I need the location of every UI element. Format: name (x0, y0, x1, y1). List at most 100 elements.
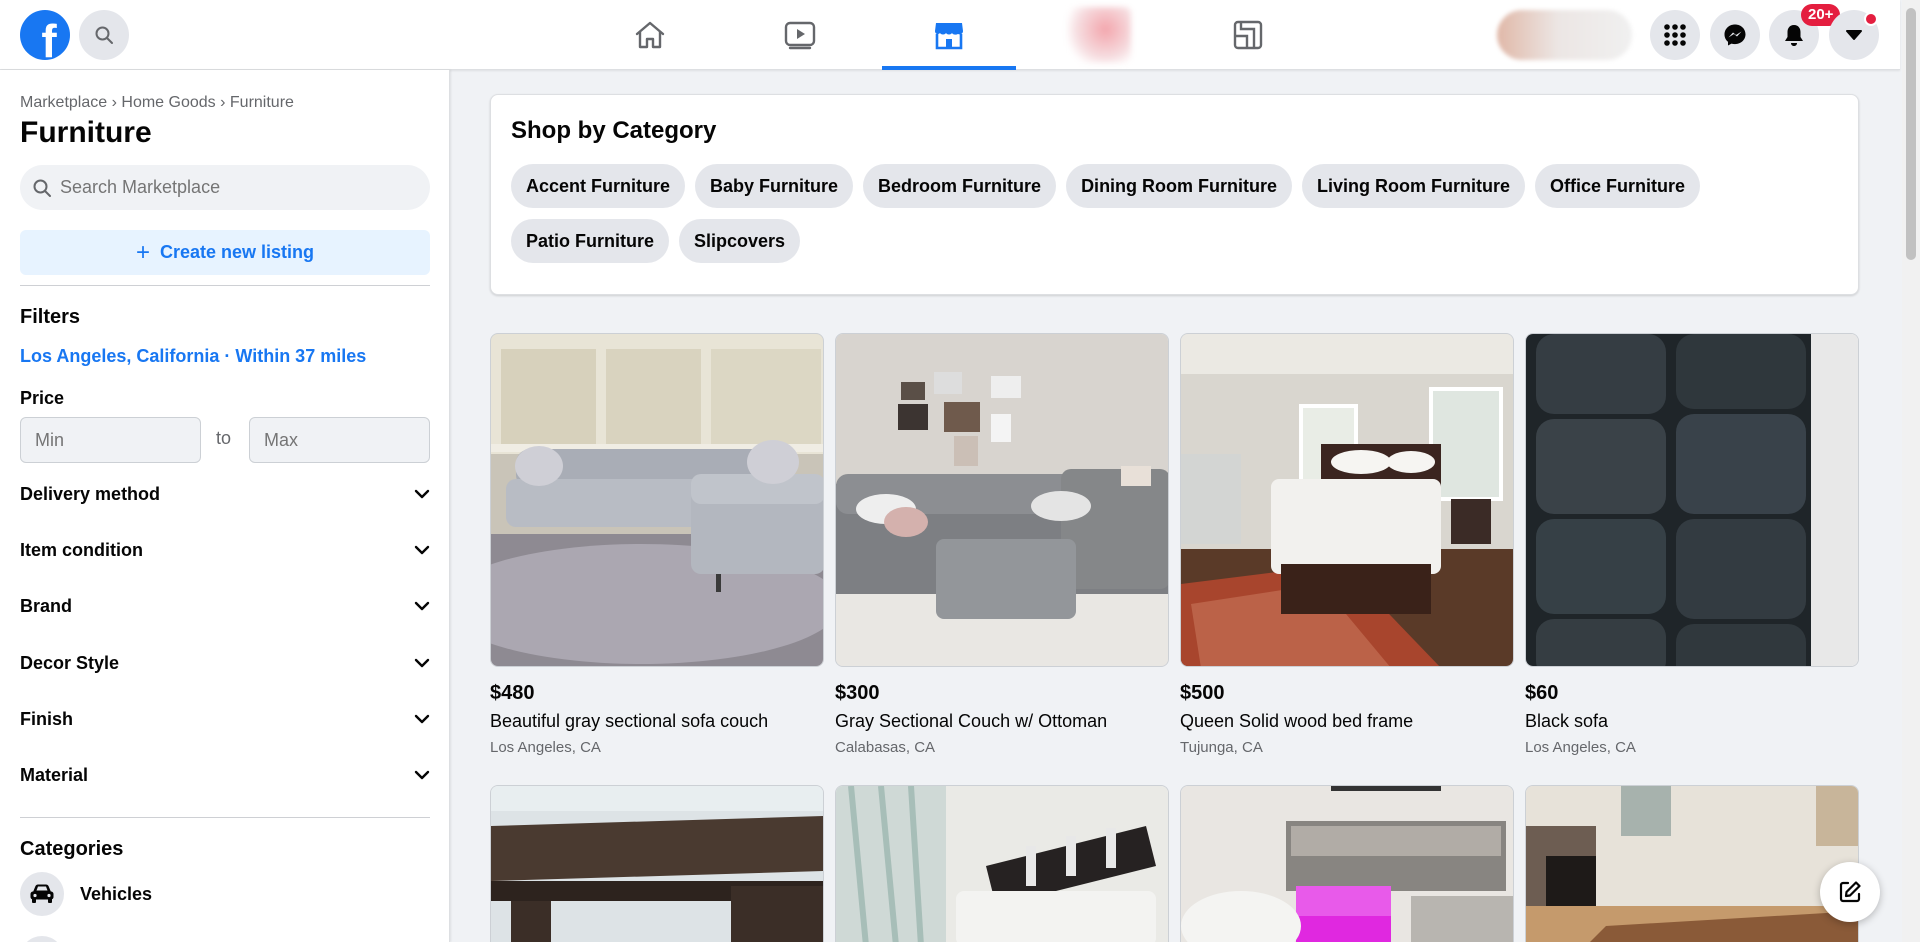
filter-finish[interactable]: Finish (20, 699, 430, 739)
listing-price: $300 (835, 682, 880, 704)
price-min-input[interactable] (35, 429, 185, 451)
grid-menu-icon (1664, 24, 1686, 46)
filter-delivery-method[interactable]: Delivery method (20, 474, 430, 514)
chevron-down-icon (414, 658, 430, 668)
listing-card[interactable]: $60 Black sofa Los Angeles, CA (1525, 333, 1859, 756)
plus-icon: + (135, 238, 150, 266)
marketplace-sidebar: Marketplace › Home Goods › Furniture Fur… (0, 70, 450, 942)
category-chip-list: Accent Furniture Baby Furniture Bedroom … (511, 164, 1841, 263)
category-vehicles[interactable]: Vehicles (20, 871, 430, 917)
location-filter-link[interactable]: Los Angeles, California · Within 37 mile… (20, 346, 366, 367)
breadcrumb-separator: › (111, 94, 117, 111)
price-max-field[interactable] (249, 417, 430, 463)
chevron-down-icon (414, 770, 430, 780)
chevron-down-icon (414, 545, 430, 555)
profile-button-blurred[interactable] (1497, 10, 1632, 60)
page-scrollbar[interactable] (1902, 0, 1920, 942)
listing-card[interactable]: $500 Queen Solid wood bed frame Tujunga,… (1180, 333, 1514, 756)
listing-title: Queen Solid wood bed frame (1180, 711, 1414, 731)
filter-label: Item condition (20, 539, 143, 560)
tab-groups-blurred[interactable] (1032, 0, 1166, 70)
chip-baby-furniture[interactable]: Baby Furniture (695, 164, 854, 208)
listing-photo-desk[interactable] (490, 785, 824, 942)
home-icon (635, 21, 665, 49)
price-max-input[interactable] (264, 429, 414, 451)
listing-photo-sectional-ottoman[interactable] (835, 333, 1169, 667)
messenger-button[interactable] (1710, 10, 1760, 60)
filter-label: Material (20, 764, 89, 785)
chevron-down-icon (414, 601, 430, 611)
shop-by-category-title: Shop by Category (511, 117, 717, 144)
shop-by-category-card: Shop by Category Accent Furniture Baby F… (490, 94, 1859, 295)
listing-title: Gray Sectional Couch w/ Ottoman (835, 711, 1108, 731)
tab-marketplace[interactable] (882, 0, 1016, 70)
listing-photo-gray-sectional[interactable] (490, 333, 824, 667)
marketplace-icon (935, 23, 963, 50)
listing-location: Los Angeles, CA (1525, 739, 1636, 756)
search-icon (95, 26, 113, 44)
car-icon (20, 872, 64, 916)
price-label: Price (20, 388, 65, 408)
categories-heading: Categories (20, 838, 124, 860)
filter-label: Finish (20, 708, 73, 729)
listing-price: $500 (1180, 682, 1225, 704)
breadcrumb: Marketplace › Home Goods › Furniture (20, 94, 294, 112)
filter-label: Decor Style (20, 652, 120, 673)
chevron-down-icon (414, 714, 430, 724)
chip-office-furniture[interactable]: Office Furniture (1535, 164, 1701, 208)
divider (20, 285, 430, 286)
filter-decor-style[interactable]: Decor Style (20, 643, 430, 683)
chip-accent-furniture[interactable]: Accent Furniture (511, 164, 686, 208)
listing-photo-black-sofa[interactable] (1525, 333, 1859, 667)
breadcrumb-furniture[interactable]: Furniture (230, 94, 294, 111)
chip-living-room-furniture[interactable]: Living Room Furniture (1302, 164, 1526, 208)
tab-home[interactable] (583, 0, 717, 70)
listing-card[interactable]: $300 Gray Sectional Couch w/ Ottoman Cal… (835, 333, 1169, 756)
listing-photo-bed-frame[interactable] (1180, 333, 1514, 667)
new-message-button[interactable] (1820, 862, 1880, 922)
create-listing-button[interactable]: + Create new listing (20, 230, 430, 275)
search-button[interactable] (79, 10, 129, 60)
filter-material[interactable]: Material (20, 755, 430, 795)
category-icon-partial[interactable] (20, 936, 64, 942)
facebook-logo-letter: f (41, 15, 57, 60)
video-icon (784, 21, 816, 50)
filter-item-condition[interactable]: Item condition (20, 530, 430, 570)
price-min-field[interactable] (20, 417, 201, 463)
facebook-logo[interactable]: f (20, 10, 70, 60)
menu-button[interactable] (1650, 10, 1700, 60)
create-listing-label: Create new listing (159, 242, 315, 262)
marketplace-search[interactable] (20, 165, 430, 210)
listing-title: Black sofa (1525, 711, 1609, 731)
listing-price: $60 (1525, 682, 1559, 704)
listing-photo-living-room[interactable] (1180, 785, 1514, 942)
top-navigation-bar: f 20+ (0, 0, 1900, 70)
breadcrumb-home-goods[interactable]: Home Goods (121, 94, 215, 111)
gaming-icon (1233, 20, 1263, 50)
listing-photo-coffee-table[interactable] (1525, 785, 1859, 942)
caret-down-icon (1846, 30, 1862, 40)
marketplace-search-input[interactable] (60, 177, 400, 198)
listing-title: Beautiful gray sectional sofa couch (490, 711, 769, 731)
chip-patio-furniture[interactable]: Patio Furniture (511, 219, 670, 263)
bell-icon (1785, 25, 1803, 46)
account-alert-dot (1864, 12, 1878, 26)
listing-card[interactable]: $480 Beautiful gray sectional sofa couch… (490, 333, 824, 756)
filter-label: Brand (20, 595, 73, 616)
page-title: Furniture (20, 116, 152, 149)
filters-heading: Filters (20, 306, 81, 328)
blurred-thumbnail (1067, 7, 1131, 63)
divider (20, 817, 430, 818)
chip-slipcovers[interactable]: Slipcovers (679, 219, 801, 263)
tab-watch[interactable] (733, 0, 867, 70)
chip-bedroom-furniture[interactable]: Bedroom Furniture (863, 164, 1057, 208)
breadcrumb-marketplace[interactable]: Marketplace (20, 94, 107, 111)
filter-brand[interactable]: Brand (20, 586, 430, 626)
chip-dining-room-furniture[interactable]: Dining Room Furniture (1066, 164, 1293, 208)
scrollbar-thumb[interactable] (1906, 8, 1916, 260)
listing-location: Calabasas, CA (835, 739, 936, 756)
listing-photo-daybed[interactable] (835, 785, 1169, 942)
breadcrumb-separator: › (220, 94, 226, 111)
price-to-label: to (216, 428, 232, 448)
tab-gaming[interactable] (1181, 0, 1315, 70)
